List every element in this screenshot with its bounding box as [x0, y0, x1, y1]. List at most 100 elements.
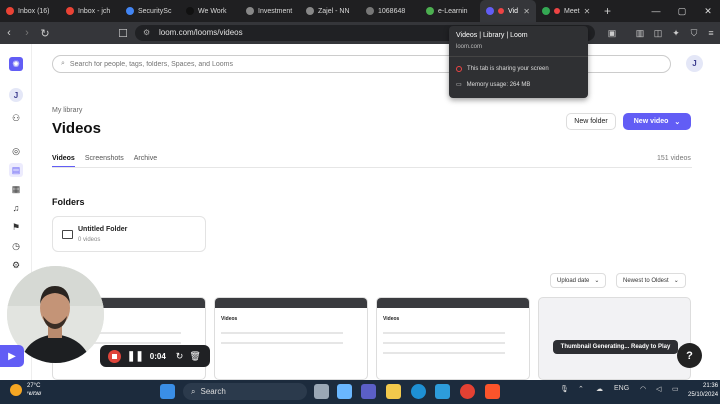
taskbar-clock[interactable]: 21:36 25/10/2024: [688, 382, 718, 400]
browser-tab[interactable]: Investment: [240, 0, 300, 22]
back-icon[interactable]: ‹: [0, 27, 18, 39]
chevron-up-icon[interactable]: ⌃: [578, 385, 584, 393]
page-title: Videos: [52, 120, 101, 137]
sort-order-dropdown[interactable]: Newest to Oldest ⌄: [616, 273, 686, 288]
menu-icon[interactable]: ≡: [703, 22, 719, 44]
search-icon: ⌕: [61, 60, 65, 67]
memory-row: ▭ Memory usage: 264 MB: [456, 81, 530, 89]
volume-icon[interactable]: ◁: [656, 385, 661, 393]
edge-icon[interactable]: [411, 384, 426, 399]
battery-icon[interactable]: ▭: [672, 385, 679, 393]
taskbar-search[interactable]: ⌕ Search: [183, 383, 307, 400]
wallet-icon[interactable]: ◫: [650, 22, 666, 44]
elearning-icon: [426, 7, 434, 15]
close-window-button[interactable]: ✕: [696, 0, 720, 22]
calendar-icon[interactable]: ▦: [9, 182, 23, 196]
weather-desc: שמשי: [27, 391, 42, 397]
workspace-avatar[interactable]: J: [9, 88, 23, 102]
store-icon[interactable]: [435, 384, 450, 399]
sidebar-icon[interactable]: ▥: [632, 22, 648, 44]
folder-card[interactable]: Untitled Folder 0 videos: [52, 216, 206, 252]
site-info-icon[interactable]: ⚙: [143, 25, 150, 41]
camera-toggle-button[interactable]: ▶: [0, 345, 24, 367]
pause-icon[interactable]: ❚❚: [127, 351, 144, 362]
close-tab-icon[interactable]: ✕: [523, 7, 530, 16]
folder-count: 0 videos: [78, 237, 101, 243]
windows-start-icon[interactable]: [160, 384, 175, 399]
browser-tab-active[interactable]: Vid ✕: [480, 0, 536, 22]
recording-controls: ❚❚ 0:04 ↻ 🗑: [100, 345, 210, 367]
reload-icon[interactable]: ↻: [36, 27, 54, 40]
sort-by-dropdown[interactable]: Upload date ⌄: [550, 273, 607, 288]
task-view-icon[interactable]: [314, 384, 329, 399]
bookmark-icon[interactable]: ⚑: [9, 220, 23, 234]
globe-icon: [246, 7, 254, 15]
divider: [52, 167, 692, 168]
browser-tab[interactable]: Inbox - jch: [60, 0, 120, 22]
file-explorer-icon[interactable]: [386, 384, 401, 399]
clock-time: 21:36: [703, 383, 719, 389]
video-card[interactable]: Videos: [214, 297, 368, 380]
browser-tab[interactable]: e-Learnin: [420, 0, 480, 22]
chevron-down-icon: ⌄: [674, 118, 681, 126]
thumb-row: [383, 332, 505, 334]
new-folder-button[interactable]: New folder: [566, 113, 616, 130]
browser-tab[interactable]: We Work: [180, 0, 240, 22]
forward-icon[interactable]: ›: [18, 27, 36, 39]
recording-timer: 0:04: [149, 351, 166, 361]
tab-label: Meet: [564, 7, 580, 15]
video-card-generating[interactable]: [538, 297, 691, 380]
new-video-button[interactable]: New video ⌄: [623, 113, 691, 130]
new-tab-button[interactable]: +: [596, 4, 619, 18]
browser-tab[interactable]: SecuritySc: [120, 0, 180, 22]
breadcrumb[interactable]: My library: [52, 107, 82, 114]
maximize-button[interactable]: ▢: [670, 0, 694, 22]
loom-icon: [486, 7, 494, 15]
thumb-row: [383, 342, 505, 344]
close-tab-icon[interactable]: ✕: [584, 7, 591, 16]
vpn-icon[interactable]: ⛉: [686, 22, 702, 44]
browser-tab[interactable]: Meet ✕: [536, 0, 596, 22]
microphone-icon[interactable]: 🎙: [560, 385, 569, 393]
windows-taskbar: [0, 380, 720, 404]
wifi-icon[interactable]: ◠: [640, 385, 646, 393]
restart-icon[interactable]: ↻: [176, 351, 184, 362]
cloud-icon[interactable]: ☁: [596, 385, 603, 393]
video-camera-icon: ▶: [8, 350, 16, 362]
user-avatar[interactable]: J: [686, 55, 703, 72]
history-icon[interactable]: ◷: [9, 239, 23, 253]
thumb-toolbar: [377, 298, 529, 308]
loom-logo-icon[interactable]: ✺: [9, 57, 23, 71]
video-count: 151 videos: [657, 155, 691, 162]
browser-tab-bar: Inbox (16) Inbox - jch SecuritySc We Wor…: [0, 0, 720, 22]
bookmark-icon[interactable]: ☐: [114, 27, 132, 40]
teams-icon[interactable]: [361, 384, 376, 399]
sun-icon: [10, 384, 22, 396]
home-icon[interactable]: ◎: [9, 144, 23, 158]
thumb-title: Videos: [383, 316, 400, 322]
clock-date: 25/10/2024: [688, 392, 719, 398]
copilot-icon[interactable]: [337, 384, 352, 399]
language-indicator[interactable]: ENG: [614, 385, 629, 392]
brave-icon[interactable]: [485, 384, 500, 399]
tab-label: Investment: [258, 7, 293, 15]
help-button[interactable]: ?: [677, 343, 702, 368]
hover-card-domain: loom.com: [456, 44, 483, 50]
browser-tab[interactable]: 1068648: [360, 0, 420, 22]
folder-name: Untitled Folder: [78, 226, 128, 233]
notifications-icon[interactable]: ♫: [9, 201, 23, 215]
trash-icon[interactable]: 🗑: [189, 351, 200, 362]
extension-icon[interactable]: ▣: [604, 22, 620, 44]
settings-icon[interactable]: ⚙: [9, 258, 23, 272]
stop-recording-button[interactable]: [108, 349, 121, 363]
browser-tab[interactable]: Zajel - NN: [300, 0, 360, 22]
ai-icon[interactable]: ✦: [668, 22, 684, 44]
weather-widget[interactable]: 27°C שמשי: [10, 382, 41, 398]
chrome-icon[interactable]: [460, 384, 475, 399]
library-icon[interactable]: ▤: [9, 163, 23, 177]
browser-tab[interactable]: Inbox (16): [0, 0, 60, 22]
video-card[interactable]: Videos: [376, 297, 530, 380]
minimize-button[interactable]: —: [644, 0, 668, 22]
add-user-icon[interactable]: ⚇: [9, 111, 23, 125]
hover-card-title: Videos | Library | Loom: [456, 32, 528, 39]
